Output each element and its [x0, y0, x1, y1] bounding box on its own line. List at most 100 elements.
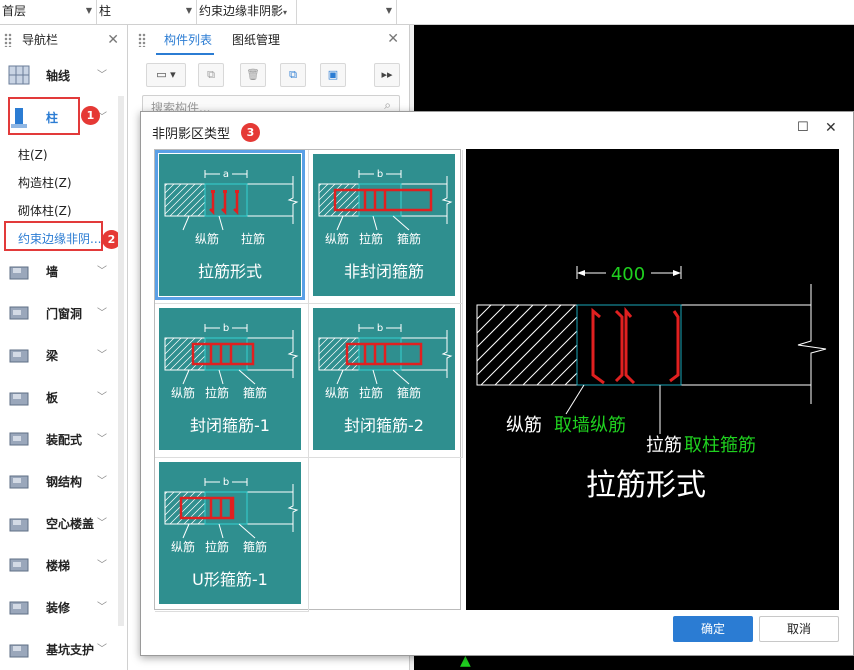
drag-handle-icon[interactable]	[138, 33, 146, 47]
chevron-down-icon: ﹀	[97, 644, 107, 655]
option-caption: 封闭箍筋-2	[344, 416, 424, 435]
nav-scrollbar[interactable]	[118, 96, 124, 626]
close-icon[interactable]: ✕	[107, 25, 119, 55]
nav-item-label: 楼梯	[46, 559, 71, 573]
tab-component-list[interactable]: 构件列表	[164, 31, 212, 48]
wall-icon	[8, 261, 30, 281]
new-component-button[interactable]: ▭ ▾	[146, 63, 186, 87]
chevron-down-icon: ﹀	[97, 602, 107, 613]
maximize-icon[interactable]: ☐	[797, 120, 809, 135]
active-tab-underline	[156, 53, 214, 55]
import-button[interactable]: ▣	[320, 63, 346, 87]
delete-button[interactable]: 🗑	[240, 63, 266, 87]
floor-value: 首层	[2, 4, 27, 18]
chevron-down-icon: ﹀	[97, 434, 107, 445]
sub-item-2[interactable]: 砌体柱(Z)	[18, 202, 72, 219]
highlight-box-subtype	[4, 221, 103, 251]
preview-label-tie: 拉筋	[646, 435, 682, 456]
option-card-0[interactable]: a 纵筋 拉筋 拉筋形式	[155, 150, 305, 300]
duplicate-button[interactable]: ⧉	[280, 63, 306, 87]
tab-drawing-management[interactable]: 图纸管理	[232, 31, 280, 48]
nav-item-4[interactable]: 梁 ﹀	[0, 334, 118, 376]
option-card-2[interactable]: b 纵筋 拉筋 箍筋 封闭箍筋-1	[159, 308, 301, 450]
svg-text:b: b	[377, 323, 383, 334]
highlight-box-column	[8, 97, 80, 135]
option-cell-0[interactable]: a 纵筋 拉筋 拉筋形式	[155, 150, 309, 304]
preview-label-wall-rebar: 取墙纵筋	[554, 415, 626, 436]
subtype-value: 约束边缘非阴影	[199, 4, 284, 18]
nav-item-label: 墙	[46, 265, 59, 279]
hollow-floor-icon	[8, 513, 30, 533]
option-cell-3[interactable]: b 纵筋 拉筋 箍筋 封闭箍筋-2	[309, 304, 463, 458]
nav-item-label: 梁	[46, 349, 59, 363]
step-badge-3: 3	[241, 123, 260, 142]
copy-button[interactable]: ⧉	[198, 63, 224, 87]
svg-text:b: b	[223, 477, 229, 488]
option-card-3[interactable]: b 纵筋 拉筋 箍筋 封闭箍筋-2	[313, 308, 455, 450]
option-sublabel: 纵筋	[195, 232, 220, 246]
option-sublabel: 箍筋	[243, 386, 268, 400]
option-sublabel: 纵筋	[325, 386, 350, 400]
step-badge-1: 1	[81, 106, 100, 125]
expand-button[interactable]: ▸▸	[374, 63, 400, 87]
type-options-grid: a 纵筋 拉筋 拉筋形式 b 纵筋 拉筋 箍筋 非封闭箍筋 b 纵筋 拉筋 箍筋 封闭箍筋-1 b 纵筋 拉筋箍…	[154, 149, 463, 612]
nav-item-2[interactable]: 墙 ﹀	[0, 250, 118, 292]
preview-panel: 400 纵筋 取墙纵筋 拉筋 取柱箍筋 拉筋形式	[466, 149, 839, 610]
nav-item-11[interactable]: 基坑支护 ﹀	[0, 628, 118, 670]
extra-dropdown[interactable]: ▼	[297, 0, 397, 24]
chevron-down-icon: ▼	[85, 6, 92, 15]
nav-item-0[interactable]: 轴线 ﹀	[0, 54, 118, 96]
option-sublabel: 拉筋	[205, 540, 230, 554]
slab-icon	[8, 387, 30, 407]
beam-icon	[8, 345, 30, 365]
option-caption: 封闭箍筋-1	[190, 416, 270, 435]
option-sublabel: 箍筋	[397, 386, 422, 400]
nav-item-label: 钢结构	[46, 475, 83, 489]
option-cell-2[interactable]: b 纵筋 拉筋 箍筋 封闭箍筋-1	[155, 304, 309, 458]
chevron-down-icon: ▼	[385, 6, 392, 15]
option-sublabel: 拉筋	[241, 232, 266, 246]
chevron-down-icon: ﹀	[97, 266, 107, 277]
steel-structure-icon	[8, 471, 30, 491]
option-sublabel: 拉筋	[359, 232, 384, 246]
option-card-1[interactable]: b 纵筋 拉筋 箍筋 非封闭箍筋	[313, 154, 455, 296]
nav-item-8[interactable]: 空心楼盖 ﹀	[0, 502, 118, 544]
foundation-pit-icon	[8, 639, 30, 659]
close-icon[interactable]: ✕	[825, 120, 837, 136]
nav-item-label: 门窗洞	[46, 307, 83, 321]
category-dropdown[interactable]: 柱 ▼	[97, 0, 197, 24]
nav-item-9[interactable]: 楼梯 ﹀	[0, 544, 118, 586]
subtype-dropdown[interactable]: 约束边缘非阴影▾	[197, 0, 297, 24]
non-shadow-type-dialog: 非阴影区类型 3 ☐ ✕ a 纵筋 拉筋 拉筋形式 b 纵筋 拉筋 箍筋 非封闭箍筋 b 纵筋 拉筋箍…	[140, 111, 854, 656]
category-value: 柱	[99, 4, 112, 18]
nav-item-label: 轴线	[46, 69, 71, 83]
option-sublabel: 箍筋	[243, 540, 268, 554]
svg-text:b: b	[377, 169, 383, 180]
option-card-4[interactable]: b 纵筋 拉筋 箍筋 U形箍筋-1	[159, 462, 301, 604]
sub-item-1[interactable]: 构造柱(Z)	[18, 174, 72, 191]
grid-axis-icon	[8, 65, 30, 85]
nav-item-7[interactable]: 钢结构 ﹀	[0, 460, 118, 502]
ok-button[interactable]: 确定	[673, 616, 753, 642]
nav-item-10[interactable]: 装修 ﹀	[0, 586, 118, 628]
option-cell-4[interactable]: b 纵筋 拉筋 箍筋 U形箍筋-1	[155, 458, 309, 612]
chevron-down-icon: ﹀	[97, 70, 107, 81]
sub-item-0[interactable]: 柱(Z)	[18, 146, 48, 163]
option-sublabel: 纵筋	[171, 540, 196, 554]
option-cell-1[interactable]: b 纵筋 拉筋 箍筋 非封闭箍筋	[309, 150, 463, 304]
prefab-icon	[8, 429, 30, 449]
chevron-down-icon: ﹀	[97, 560, 107, 571]
nav-item-label: 基坑支护	[46, 643, 95, 657]
chevron-down-icon: ﹀	[97, 350, 107, 361]
close-icon[interactable]: ✕	[387, 31, 399, 47]
floor-dropdown[interactable]: 首层 ▼	[0, 0, 97, 24]
drag-handle-icon[interactable]	[4, 33, 12, 47]
nav-item-label: 空心楼盖	[46, 517, 95, 531]
toolbar-dropdowns: 首层 ▼ 柱 ▼ 约束边缘非阴影▾ ▼	[0, 0, 854, 25]
nav-item-6[interactable]: 装配式 ﹀	[0, 418, 118, 460]
preview-label-column-stirrup: 取柱箍筋	[684, 435, 756, 456]
preview-caption: 拉筋形式	[586, 468, 706, 503]
nav-item-5[interactable]: 板 ﹀	[0, 376, 118, 418]
nav-item-3[interactable]: 门窗洞 ﹀	[0, 292, 118, 334]
cancel-button[interactable]: 取消	[759, 616, 839, 642]
